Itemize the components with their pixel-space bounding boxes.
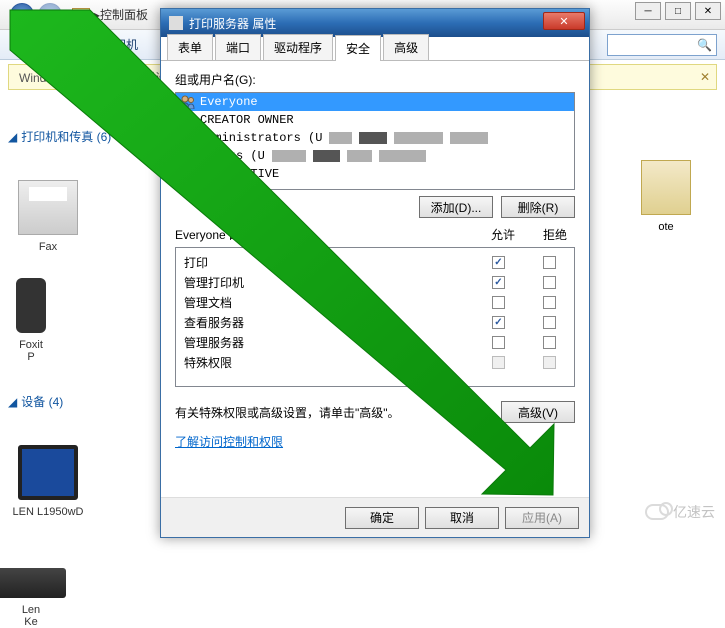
printer-server-icon xyxy=(169,16,183,30)
add-device-button[interactable]: 添加设备 xyxy=(10,36,58,53)
user-group-icon xyxy=(180,167,196,181)
deny-checkbox[interactable] xyxy=(543,256,556,269)
dialog-footer: 确定 取消 应用(A) xyxy=(161,497,589,537)
allow-checkbox xyxy=(492,356,505,369)
deny-checkbox xyxy=(543,356,556,369)
nav-back-button[interactable] xyxy=(10,3,34,27)
user-row[interactable]: INTERACTIVE xyxy=(176,165,574,183)
user-group-icon xyxy=(180,113,196,127)
allow-checkbox[interactable] xyxy=(492,296,505,309)
search-input[interactable]: 🔍 xyxy=(607,34,717,56)
permission-name: 管理文档 xyxy=(184,294,492,311)
permission-name: 管理打印机 xyxy=(184,274,492,291)
nav-forward-button[interactable] xyxy=(38,3,62,27)
add-printer-button[interactable]: 添加打印机 xyxy=(78,36,138,53)
permission-row: 特殊权限 xyxy=(184,352,566,372)
user-name: CREATOR OWNER xyxy=(200,113,294,127)
chevron-down-icon: ◢ xyxy=(8,130,17,144)
note-icon xyxy=(641,160,691,215)
search-icon: 🔍 xyxy=(697,38,712,52)
allow-checkbox[interactable] xyxy=(492,316,505,329)
user-group-icon xyxy=(180,149,196,163)
tab-forms[interactable]: 表单 xyxy=(167,34,213,60)
breadcrumb[interactable]: ▸ 控制面板 xyxy=(72,6,148,23)
fax-icon xyxy=(18,180,78,235)
user-list[interactable]: Everyone CREATOR OWNER Administrators (U Gu… xyxy=(175,92,575,190)
dialog-title: 打印服务器 属性 xyxy=(189,15,276,32)
device-monitor[interactable]: LEN L1950wD xyxy=(8,418,88,518)
deny-checkbox[interactable] xyxy=(543,296,556,309)
cancel-button[interactable]: 取消 xyxy=(425,507,499,529)
keyboard-icon xyxy=(0,568,66,598)
user-row[interactable]: Administrators (U xyxy=(176,129,574,147)
permission-row: 管理服务器 xyxy=(184,332,566,352)
add-user-button[interactable]: 添加(D)... xyxy=(419,196,493,218)
deny-header: 拒绝 xyxy=(543,226,567,243)
tabstrip: 表单 端口 驱动程序 安全 高级 xyxy=(161,37,589,61)
section-devices[interactable]: ◢ 设备 (4) xyxy=(8,393,138,410)
permission-name: 打印 xyxy=(184,254,492,271)
bg-minimize-button[interactable]: ─ xyxy=(635,2,661,20)
allow-checkbox[interactable] xyxy=(492,256,505,269)
learn-access-control-link[interactable]: 了解访问控制和权限 xyxy=(175,433,575,450)
dialog-titlebar[interactable]: 打印服务器 属性 ✕ xyxy=(161,9,589,37)
user-name: Administrators (U xyxy=(200,131,322,145)
device-note[interactable]: ote xyxy=(641,160,691,233)
ok-button[interactable]: 确定 xyxy=(345,507,419,529)
section-printers[interactable]: ◢ 打印机和传真 (6) xyxy=(8,128,138,145)
tab-advanced[interactable]: 高级 xyxy=(383,34,429,60)
tab-security[interactable]: 安全 xyxy=(335,35,381,61)
chevron-down-icon: ◢ xyxy=(8,395,17,409)
user-row[interactable]: Guests (U xyxy=(176,147,574,165)
permission-row: 管理文档 xyxy=(184,292,566,312)
tab-drivers[interactable]: 驱动程序 xyxy=(263,34,333,60)
infobar-close-icon[interactable]: ✕ xyxy=(700,70,710,84)
advanced-button[interactable]: 高级(V) xyxy=(501,401,575,423)
watermark: 亿速云 xyxy=(645,502,715,522)
user-group-icon xyxy=(180,131,196,145)
user-row[interactable]: Everyone xyxy=(176,93,574,111)
allow-checkbox[interactable] xyxy=(492,276,505,289)
permissions-list: 打印管理打印机管理文档查看服务器管理服务器特殊权限 xyxy=(175,247,575,387)
device-foxit[interactable]: Foxit P xyxy=(8,263,54,363)
group-users-label: 组或用户名(G): xyxy=(175,71,575,88)
allow-checkbox[interactable] xyxy=(492,336,505,349)
permission-row: 查看服务器 xyxy=(184,312,566,332)
user-name: INTERACTIVE xyxy=(200,167,279,181)
monitor-icon xyxy=(18,445,78,500)
deny-checkbox[interactable] xyxy=(543,316,556,329)
apply-button[interactable]: 应用(A) xyxy=(505,507,579,529)
tab-ports[interactable]: 端口 xyxy=(215,34,261,60)
permission-name: 查看服务器 xyxy=(184,314,492,331)
cloud-icon xyxy=(645,504,669,520)
dialog-close-button[interactable]: ✕ xyxy=(543,12,585,30)
advanced-hint: 有关特殊权限或高级设置，请单击"高级"。 xyxy=(175,404,493,421)
user-name: Everyone xyxy=(200,95,258,109)
user-row[interactable]: CREATOR OWNER xyxy=(176,111,574,129)
permission-name: 特殊权限 xyxy=(184,354,492,371)
deny-checkbox[interactable] xyxy=(543,336,556,349)
permissions-label: Everyone 的权限(P) xyxy=(175,226,281,243)
permission-name: 管理服务器 xyxy=(184,334,492,351)
permission-row: 打印 xyxy=(184,252,566,272)
permission-row: 管理打印机 xyxy=(184,272,566,292)
user-group-icon xyxy=(180,95,196,109)
devices-folder-icon xyxy=(72,8,90,22)
printer-icon xyxy=(16,278,46,333)
remove-user-button[interactable]: 删除(R) xyxy=(501,196,575,218)
user-name: Guests (U xyxy=(200,149,265,163)
print-server-properties-dialog: 打印服务器 属性 ✕ 表单 端口 驱动程序 安全 高级 组或用户名(G): Ev… xyxy=(160,8,590,538)
allow-header: 允许 xyxy=(491,226,515,243)
bg-maximize-button[interactable]: □ xyxy=(665,2,691,20)
bg-close-button[interactable]: ✕ xyxy=(695,2,721,20)
device-keyboard[interactable]: Len Ke xyxy=(8,528,54,628)
deny-checkbox[interactable] xyxy=(543,276,556,289)
device-fax[interactable]: Fax xyxy=(8,153,88,253)
